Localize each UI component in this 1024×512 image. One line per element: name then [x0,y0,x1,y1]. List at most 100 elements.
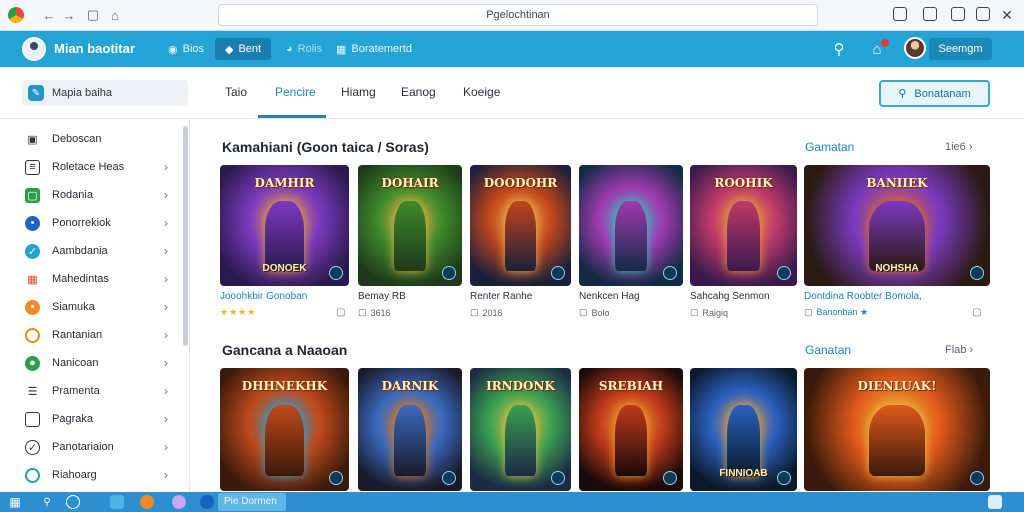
search-icon[interactable]: ⚲ [830,40,848,58]
game-banner: NOHSHA [875,262,919,274]
game-meta: ▢ Raigiq [690,307,728,318]
tab-taio[interactable]: Taio [225,85,247,99]
sidebar-scrollbar[interactable] [183,126,188,346]
search-input[interactable]: Mapia baiha [52,87,112,99]
minimize-icon[interactable] [951,7,965,21]
building-icon: ▣ [27,133,38,146]
browser-logo-icon [8,7,24,23]
section-more[interactable]: 1ie6 › [945,141,973,153]
nav-bent[interactable]: ◆ Bent [215,38,272,60]
close-icon[interactable]: ✕ [998,6,1016,24]
platform-badge-icon [777,471,791,485]
tab-eanog[interactable]: Eanog [401,85,436,99]
sidebar-item-pagraka[interactable]: Pagraka › [0,406,180,432]
address-bar[interactable]: Pgelochtinan [218,4,818,26]
arrow-right-icon[interactable]: → [60,6,78,24]
sidebar-item-label: Ponorrekiok [52,217,111,229]
game-thumbnail[interactable]: DAMHIR DONOEK [220,165,349,286]
game-thumbnail[interactable]: DIENLUAK! [804,368,990,491]
sidebar-item-label: Siamuka [52,301,95,313]
game-title[interactable]: Nenkcen Hag [579,291,640,302]
sidebar-item-deboscan[interactable]: ▣ Deboscan [0,126,180,152]
game-logo: SREBIAH [598,379,664,394]
nav-bios[interactable]: ◉ Bios [158,38,214,60]
action-button[interactable]: ⚲ Bonatanam [879,80,990,107]
avatar[interactable] [904,37,926,59]
tag-icon: ◆ [225,43,234,56]
sidebar-item-panotariaion[interactable]: ✓ Panotariaion › [0,434,180,460]
game-thumbnail[interactable]: SREBIAH [579,368,683,491]
nav-label: Bios [182,43,205,55]
game-thumbnail[interactable]: DOODOHR [470,165,571,286]
game-meta: ▢ Banonban ★ [804,307,868,318]
app-icon[interactable] [140,495,154,509]
game-title[interactable]: Renter Ranhe [470,291,532,302]
game-banner: DONOEK [262,262,307,274]
page-icon[interactable]: ▢ [84,6,102,24]
tab-pencire[interactable]: Pencire [275,85,316,99]
game-logo: DOODOHR [483,176,558,191]
search-icon[interactable]: ⚲ [40,495,54,509]
nav-rolis[interactable]: ◕ Rolis [276,38,332,60]
sidebar-item-rodania[interactable]: ▢ Rodania › [0,182,180,208]
section-more[interactable]: Flab › [945,344,973,356]
game-thumbnail[interactable]: ROOHIK [690,165,797,286]
arrow-left-icon[interactable]: ← [40,6,58,24]
game-logo: DAMHIR [254,176,315,191]
game-character [265,404,304,477]
sidebar-item-roletace[interactable]: ≡ Roletace Heas › [0,154,180,180]
main-content: Kamahiani (Goon taica / Soras) Gamatan 1… [190,120,1024,506]
game-logo: ROOHIK [714,176,773,191]
sidebar-item-label: Deboscan [52,133,102,145]
review-icon: ▢ [336,307,346,318]
app-icon[interactable] [172,495,186,509]
nav-boratemertd[interactable]: ▦ Boratemertd [326,38,422,60]
taskbar: ▦ ⚲ Pie Dormen [0,492,1024,512]
document-icon: ≡ [25,159,40,175]
game-thumbnail[interactable] [579,165,683,286]
browser-icon[interactable] [200,495,214,509]
home-icon[interactable]: ⌂ [106,6,124,24]
share-icon[interactable] [923,7,937,21]
sidebar-item-aambdania[interactable]: ✓ Aambdania › [0,238,180,264]
check-circle-icon: ✓ [25,243,40,259]
game-meta: ★★★★ [220,307,256,318]
sidebar-item-riahoarg[interactable]: Riahoarg › [0,462,180,488]
game-logo: DOHAIR [381,176,439,191]
sidebar-item-mahedintas[interactable]: ▦ Mahedintas › [0,266,180,292]
maximize-icon[interactable] [976,7,990,21]
game-character [394,201,426,272]
game-character [615,201,647,272]
game-title[interactable]: Dontdina Roobter Bomola, [804,291,922,302]
ring-icon[interactable] [66,495,80,509]
sidebar-item-nanicoan[interactable]: ● Nanicoan › [0,350,180,376]
folder-icon[interactable] [110,495,124,509]
chevron-right-icon: › [164,356,168,370]
user-button[interactable]: Seemgm [929,38,992,60]
search-box[interactable]: ✎ Mapia baiha [22,80,188,106]
notification-icon[interactable] [988,495,1002,509]
tab-koeige[interactable]: Koeige [463,85,500,99]
sidebar-item-siamuka[interactable]: • Siamuka › [0,294,180,320]
sidebar-item-rantanian[interactable]: Rantanian › [0,322,180,348]
start-icon[interactable]: ▦ [8,495,22,509]
section-link[interactable]: Ganatan [805,343,851,357]
platform-badge-icon [663,471,677,485]
game-thumbnail[interactable]: FINNIOAB [690,368,797,491]
lock-icon[interactable] [893,7,907,21]
game-thumbnail[interactable]: DOHAIR [358,165,462,286]
game-thumbnail[interactable]: BANIIEK NOHSHA [804,165,990,286]
sidebar-item-ponorrekiok[interactable]: • Ponorrekiok › [0,210,180,236]
game-thumbnail[interactable]: IRNDONK [470,368,571,491]
tab-hiamg[interactable]: Hiamg [341,85,376,99]
game-title[interactable]: Jooohkbir Gonoban [220,291,307,302]
active-tab-indicator [258,115,326,118]
sidebar-item-pramenta[interactable]: ☰ Pramenta › [0,378,180,404]
game-meta: ▢ 3616 [358,307,391,318]
game-thumbnail[interactable]: DARNIK [358,368,462,491]
game-title[interactable]: Bemay RB [358,291,406,302]
section-link[interactable]: Gamatan [805,140,854,154]
game-character [505,201,536,272]
game-title[interactable]: Sahcahg Senmon [690,291,770,302]
game-thumbnail[interactable]: DHHNEKHK [220,368,349,491]
